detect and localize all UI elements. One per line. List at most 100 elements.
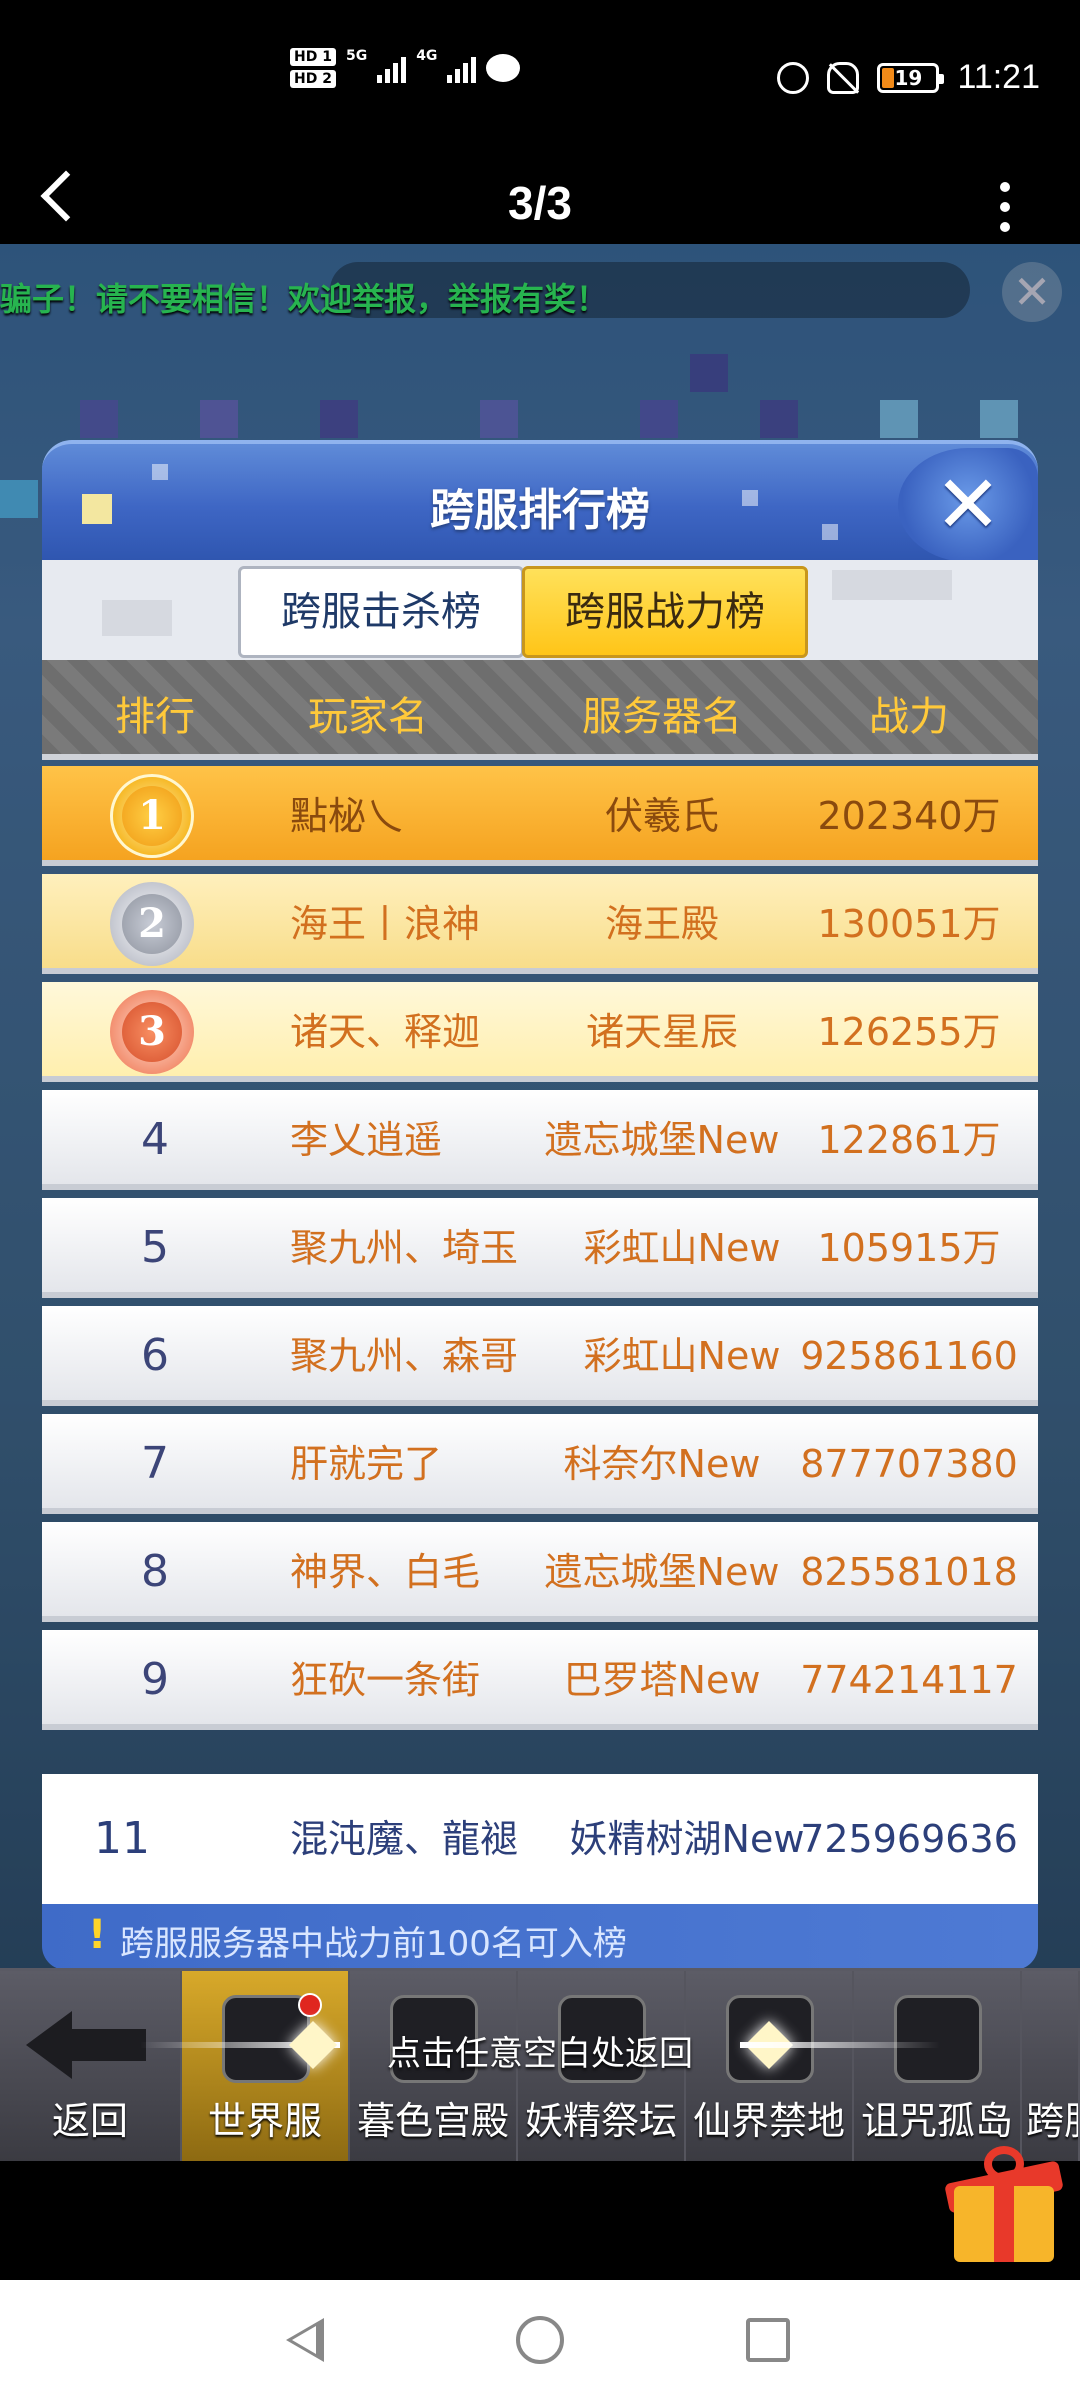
header-server-name: 服务器名 xyxy=(582,694,742,740)
rank-number: 8 xyxy=(141,1546,169,1597)
player-name: 狂砍一条街 xyxy=(290,1658,481,1702)
power-value: 122861万 xyxy=(817,1118,1001,1162)
page-indicator: 3/3 xyxy=(508,177,572,229)
table-row[interactable]: 4 李乂逍遥 遗忘城堡New 122861万 xyxy=(42,1090,1038,1190)
battery-level: 19 xyxy=(894,65,923,90)
rank-number: 3 xyxy=(122,1002,182,1062)
sim2-badge: HD 2 xyxy=(290,70,336,88)
header-player-name: 玩家名 xyxy=(308,694,428,740)
server-name: 彩虹山New xyxy=(583,1226,781,1270)
message-icon xyxy=(486,54,521,82)
hint-line-right xyxy=(740,2042,940,2048)
server-name: 遗忘城堡New xyxy=(544,1550,780,1594)
power-value: 105915万 xyxy=(817,1226,1001,1270)
player-name: 诸天、释迦 xyxy=(290,1010,481,1054)
recents-square-icon[interactable] xyxy=(746,2318,790,2362)
rank-number: 1 xyxy=(122,786,182,846)
gift-box-icon[interactable] xyxy=(944,2146,1064,2266)
signal1-icon xyxy=(377,53,407,83)
panel-title: 跨服排行榜 xyxy=(430,485,650,536)
player-name: 神界、白毛 xyxy=(290,1550,481,1594)
power-value: 877707380 xyxy=(800,1442,1018,1486)
close-icon: ✕ xyxy=(934,458,1002,551)
alarm-icon xyxy=(777,61,810,94)
rank-number: 6 xyxy=(141,1330,169,1381)
my-server-name: 妖精树湖New xyxy=(569,1817,805,1861)
ranking-panel: 跨服排行榜 ✕ 跨服击杀榜 跨服战力榜 排行 玩家名 服务器名 战力 1 點柲乀… xyxy=(42,440,1038,1970)
power-value: 130051万 xyxy=(817,902,1001,946)
player-name: 點柲乀 xyxy=(290,794,405,838)
sim1-badge: HD 1 xyxy=(290,48,336,66)
nav-label: 妖精祭坛 xyxy=(524,2099,677,2143)
power-value: 126255万 xyxy=(817,1010,1001,1054)
table-row[interactable]: 5 聚九州、埼玉 彩虹山New 105915万 xyxy=(42,1198,1038,1298)
status-left: HD 1 HD 2 5G 4G xyxy=(290,48,521,88)
home-circle-icon[interactable] xyxy=(516,2316,564,2364)
tab-bar-decoration xyxy=(832,570,952,600)
table-row[interactable]: 7 肝就完了 科奈尔New 877707380 xyxy=(42,1414,1038,1514)
notification-dot xyxy=(298,1993,322,2017)
tab-bar: 跨服击杀榜 跨服战力榜 xyxy=(42,560,1038,660)
nav-label: 诅咒孤岛 xyxy=(860,2099,1013,2143)
table-row[interactable]: 9 狂砍一条街 巴罗塔New 774214117 xyxy=(42,1630,1038,1730)
player-name: 肝就完了 xyxy=(290,1442,443,1486)
sim-indicators: HD 1 HD 2 xyxy=(290,48,336,88)
power-value: 825581018 xyxy=(800,1550,1018,1594)
my-rank-row[interactable]: 11 混沌魔、龍褪 妖精树湖New 725969636 xyxy=(42,1774,1038,1904)
gift-box xyxy=(954,2186,1054,2262)
server-name: 伏羲氏 xyxy=(604,794,719,838)
signal2-icon xyxy=(447,53,477,83)
server-name: 诸天星辰 xyxy=(585,1010,738,1054)
panel-footer: ! 跨服服务器中战力前100名可入榜 xyxy=(42,1904,1038,1970)
server-name: 海王殿 xyxy=(604,902,719,946)
rank-number: 9 xyxy=(141,1654,169,1705)
my-rank-number: 11 xyxy=(94,1813,150,1864)
power-value: 774214117 xyxy=(800,1658,1018,1702)
system-nav-bar xyxy=(0,2280,1080,2400)
tab-power-ranking[interactable]: 跨服战力榜 xyxy=(522,566,808,658)
server-name: 科奈尔New xyxy=(563,1442,761,1486)
gold-medal-icon: 1 xyxy=(110,774,194,858)
rank-number: 5 xyxy=(141,1222,169,1273)
server-name: 彩虹山New xyxy=(583,1334,781,1378)
status-bar: HD 1 HD 2 5G 4G 19 11:21 xyxy=(0,0,1080,160)
server-name: 巴罗塔New xyxy=(563,1658,761,1702)
player-name: 海王丨浪神 xyxy=(290,902,481,946)
more-options-icon[interactable] xyxy=(1000,182,1010,232)
rank-number: 2 xyxy=(122,894,182,954)
table-row[interactable]: 2 海王丨浪神 海王殿 130051万 xyxy=(42,874,1038,974)
header-rank: 排行 xyxy=(115,694,195,740)
nav-label: 跨服 xyxy=(1026,2099,1078,2143)
nav-label: 世界服 xyxy=(207,2099,322,2143)
header-power: 战力 xyxy=(869,694,949,740)
nav-label: 仙界禁地 xyxy=(692,2099,845,2143)
silver-medal-icon: 2 xyxy=(110,882,194,966)
table-row[interactable]: 1 點柲乀 伏羲氏 202340万 xyxy=(42,766,1038,866)
net2-label: 4G xyxy=(416,48,438,64)
table-row[interactable]: 8 神界、白毛 遗忘城堡New 825581018 xyxy=(42,1522,1038,1622)
warning-icon: ! xyxy=(88,1912,107,1958)
server-name: 遗忘城堡New xyxy=(544,1118,780,1162)
table-row[interactable]: 6 聚九州、森哥 彩虹山New 925861160 xyxy=(42,1306,1038,1406)
back-triangle-icon[interactable] xyxy=(286,2318,324,2362)
power-value: 202340万 xyxy=(817,794,1001,838)
rank-number: 7 xyxy=(141,1438,169,1489)
tab-kill-ranking[interactable]: 跨服击杀榜 xyxy=(238,566,524,658)
bronze-medal-icon: 3 xyxy=(110,990,194,1074)
panel-close-button[interactable]: ✕ xyxy=(898,448,1038,562)
player-name: 聚九州、森哥 xyxy=(290,1334,519,1378)
battery-icon: 19 xyxy=(877,62,945,93)
net1-label: 5G xyxy=(345,48,368,64)
rank-number: 4 xyxy=(141,1114,169,1165)
my-player-name: 混沌魔、龍褪 xyxy=(290,1817,519,1861)
status-right: 19 11:21 xyxy=(777,58,1040,97)
footer-note: 跨服服务器中战力前100名可入榜 xyxy=(120,1924,627,1964)
panel-header: 跨服排行榜 ✕ xyxy=(42,440,1038,562)
tab-bar-decoration xyxy=(102,600,172,636)
my-power-value: 725969636 xyxy=(800,1817,1018,1861)
nav-label: 暮色宫殿 xyxy=(356,2099,509,2143)
power-value: 925861160 xyxy=(800,1334,1018,1378)
table-header: 排行 玩家名 服务器名 战力 xyxy=(42,660,1038,760)
nav-label: 返回 xyxy=(51,2099,128,2143)
table-row[interactable]: 3 诸天、释迦 诸天星辰 126255万 xyxy=(42,982,1038,1082)
